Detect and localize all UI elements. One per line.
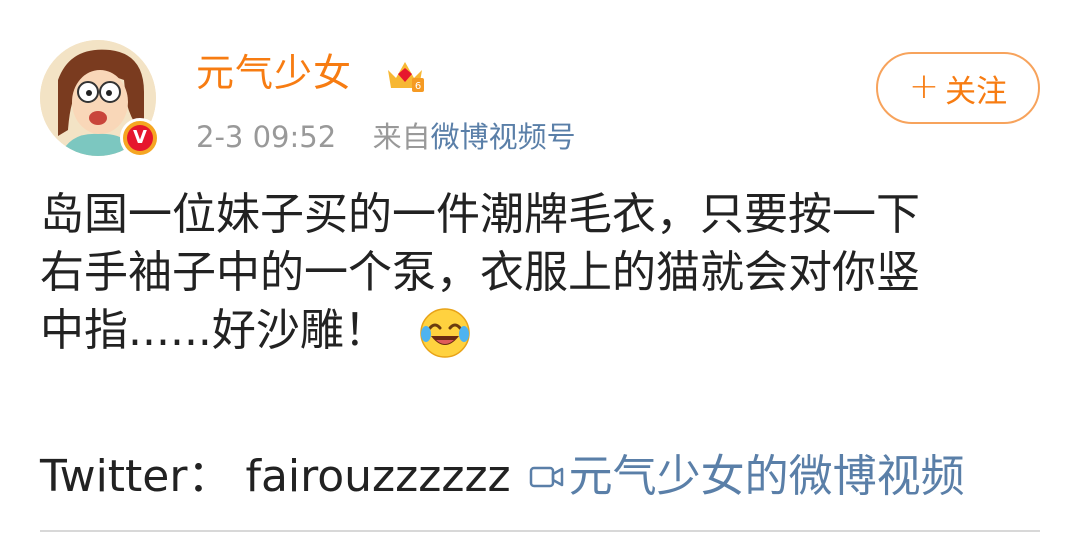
content-line: 岛国一位妹子买的一件潮牌毛衣，只要按一下 (40, 189, 920, 240)
video-icon (529, 466, 563, 488)
laughing-emoji-icon (420, 308, 470, 358)
twitter-line: Twitter： fairouzzzzzz 元气少女的微博视频 (40, 448, 965, 506)
source-link[interactable]: 微博视频号 (431, 120, 576, 154)
verified-badge-icon: V (120, 118, 160, 158)
post-content: 岛国一位妹子买的一件潮牌毛衣，只要按一下 右手袖子中的一个泵，衣服上的猫就会对你… (40, 186, 1040, 360)
username[interactable]: 元气少女 (196, 50, 352, 96)
follow-label: 关注 (945, 73, 1008, 110)
divider (40, 530, 1040, 532)
post-meta: 2-3 09:52 来自微博视频号 (196, 118, 576, 156)
source-prefix: 来自 (372, 120, 431, 154)
video-link[interactable]: 元气少女的微博视频 (569, 451, 965, 502)
content-line: 右手袖子中的一个泵，衣服上的猫就会对你竖 (40, 247, 920, 298)
plus-icon: + (908, 66, 940, 107)
follow-button[interactable]: + 关注 (876, 52, 1040, 124)
twitter-handle: Twitter： fairouzzzzzz (40, 451, 511, 502)
content-line: 中指......好沙雕！ (40, 302, 1040, 360)
vip-level: 6 (415, 81, 421, 92)
vip-crown-icon: 6 (388, 62, 424, 92)
content-line-text: 中指......好沙雕！ (40, 305, 388, 356)
post-time: 2-3 09:52 (196, 120, 337, 154)
